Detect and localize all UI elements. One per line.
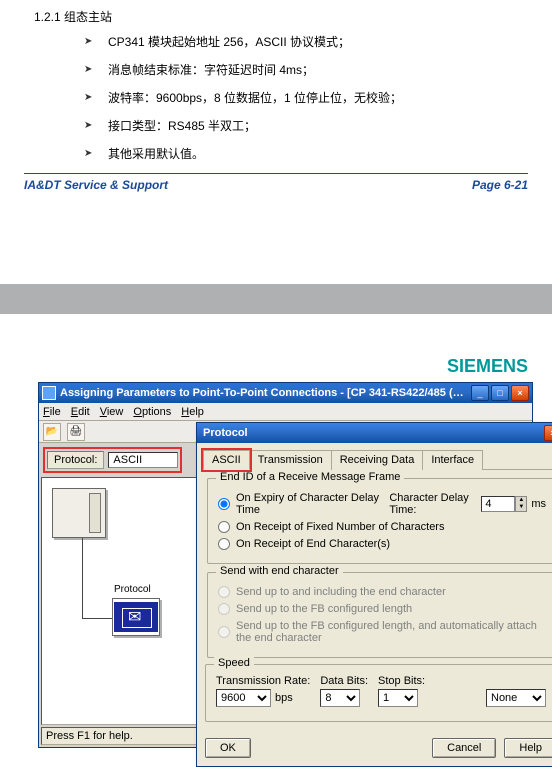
speed-group-highlight: Speed Transmission Rate: 9600 bps Data B… <box>205 664 552 722</box>
footer-right: Page 6-21 <box>472 178 528 192</box>
tab-transmission[interactable]: Transmission <box>249 450 332 470</box>
stopbits-combo[interactable]: 1 <box>378 689 418 707</box>
open-icon[interactable]: 📂 <box>43 423 61 441</box>
stopbits-label: Stop Bits: <box>378 675 425 687</box>
rack-icon[interactable] <box>52 488 106 538</box>
ok-button[interactable]: OK <box>205 738 251 758</box>
connector-line <box>82 618 112 619</box>
protocol-input[interactable] <box>108 452 178 468</box>
databits-label: Data Bits: <box>320 675 368 687</box>
speed-legend: Speed <box>214 657 254 669</box>
list-item: 波特率：9600bps，8 位数据位，1 位停止位，无校验； <box>84 89 528 107</box>
cancel-button[interactable]: Cancel <box>432 738 496 758</box>
parity-combo[interactable]: None <box>486 689 546 707</box>
list-item: 消息帧结束标准：字符延迟时间 4ms； <box>84 61 528 79</box>
radio-endchar[interactable] <box>218 538 230 550</box>
bullet-list: CP341 模块起始地址 256，ASCII 协议模式； 消息帧结束标准：字符延… <box>84 33 528 163</box>
radio-send-fblen-attach-label: Send up to the FB configured length, and… <box>236 620 546 644</box>
radio-fixednum[interactable] <box>218 521 230 533</box>
rate-unit: bps <box>275 692 293 704</box>
radio-send-endchar <box>218 586 230 598</box>
dialog-close-button[interactable]: × <box>544 425 552 441</box>
chardelay-input[interactable] <box>481 496 515 512</box>
protocol-label: Protocol: <box>47 451 104 469</box>
menu-bar[interactable]: File Edit View Options Help <box>39 403 532 421</box>
list-item: CP341 模块起始地址 256，ASCII 协议模式； <box>84 33 528 51</box>
protocol-selector-highlight: Protocol: <box>43 447 182 473</box>
menu-file[interactable]: File <box>43 406 61 418</box>
protocol-dialog: Protocol × ASCII Transmission Receiving … <box>196 422 552 767</box>
menu-help[interactable]: Help <box>181 406 204 418</box>
titlebar[interactable]: Assigning Parameters to Point-To-Point C… <box>39 383 532 403</box>
tab-receiving[interactable]: Receiving Data <box>331 450 424 470</box>
radio-send-fblen-attach <box>218 626 230 638</box>
menu-edit[interactable]: Edit <box>71 406 90 418</box>
menu-options[interactable]: Options <box>133 406 171 418</box>
radio-chardelay[interactable] <box>218 498 230 510</box>
maximize-button[interactable]: □ <box>491 385 509 401</box>
dialog-button-row: OK Cancel Help <box>197 732 552 766</box>
diagram-protocol-label: Protocol <box>114 584 151 595</box>
footer-left: IA&DT Service & Support <box>24 178 168 192</box>
sendend-legend: Send with end character <box>216 565 343 577</box>
close-button[interactable]: × <box>511 385 529 401</box>
radio-send-endchar-label: Send up to and including the end charact… <box>236 586 446 598</box>
chardelay-unit: ms <box>531 498 546 510</box>
window-title: Assigning Parameters to Point-To-Point C… <box>60 387 471 399</box>
section-number: 1.2.1 组态主站 <box>34 8 528 25</box>
radio-chardelay-label: On Expiry of Character Delay Time <box>236 492 383 516</box>
envelope-icon[interactable] <box>114 602 158 632</box>
menu-view[interactable]: View <box>100 406 124 418</box>
page-divider <box>0 284 552 314</box>
help-button[interactable]: Help <box>504 738 552 758</box>
tab-strip: ASCII Transmission Receiving Data Interf… <box>203 449 552 470</box>
radio-send-fblen <box>218 603 230 615</box>
endid-group: End ID of a Receive Message Frame On Exp… <box>207 478 552 564</box>
radio-endchar-label: On Receipt of End Character(s) <box>236 538 390 550</box>
list-item: 其他采用默认值。 <box>84 145 528 163</box>
chardelay-label: Character Delay Time: <box>389 492 477 516</box>
minimize-button[interactable]: _ <box>471 385 489 401</box>
dialog-title: Protocol <box>203 427 248 439</box>
chardelay-spinner[interactable]: ▲▼ <box>515 496 527 512</box>
tab-interface[interactable]: Interface <box>422 450 483 470</box>
list-item: 接口类型：RS485 半双工； <box>84 117 528 135</box>
radio-fixednum-label: On Receipt of Fixed Number of Characters <box>236 521 444 533</box>
connector-line <box>82 538 83 618</box>
radio-send-fblen-label: Send up to the FB configured length <box>236 603 412 615</box>
tab-ascii[interactable]: ASCII <box>203 450 250 470</box>
print-icon[interactable]: 🖨 <box>67 423 85 441</box>
siemens-logo: SIEMENS <box>447 356 528 377</box>
app-icon <box>42 386 56 400</box>
rate-label: Transmission Rate: <box>216 675 310 687</box>
endid-legend: End ID of a Receive Message Frame <box>216 471 404 483</box>
databits-combo[interactable]: 8 <box>320 689 360 707</box>
sendend-group: Send with end character Send up to and i… <box>207 572 552 658</box>
dialog-titlebar[interactable]: Protocol × <box>197 423 552 443</box>
rate-combo[interactable]: 9600 <box>216 689 271 707</box>
